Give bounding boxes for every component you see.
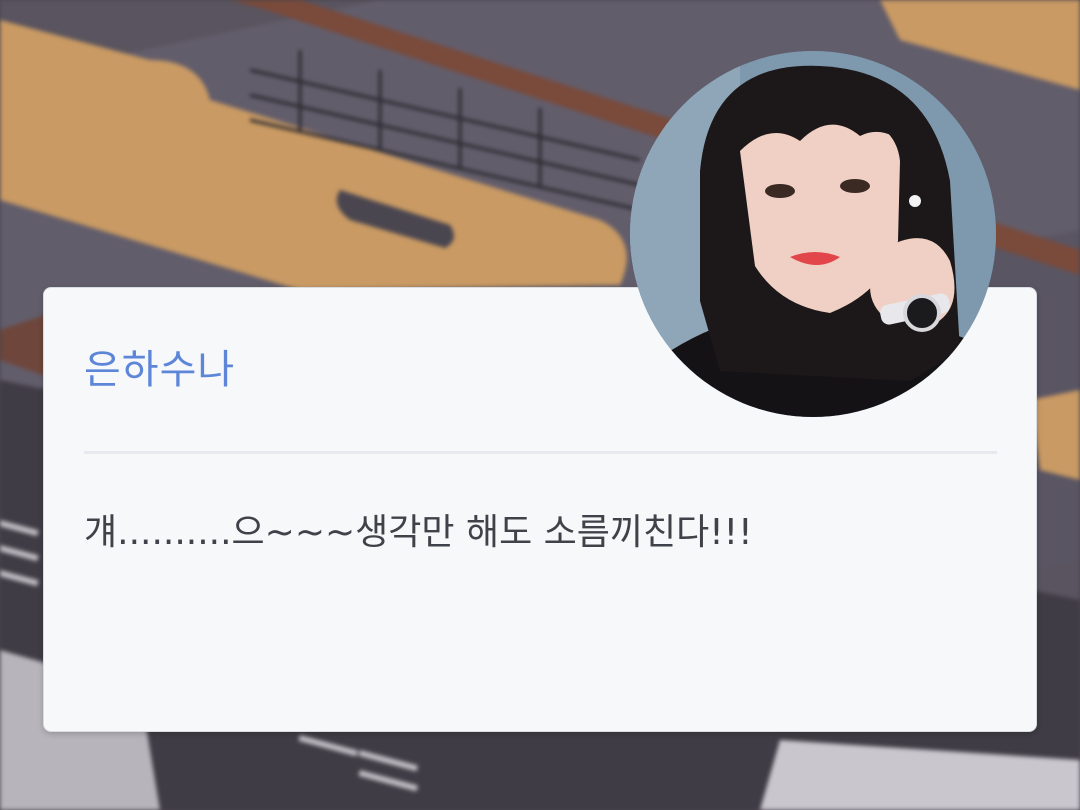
dialogue-text: 걔..........으~~~생각만 해도 소름끼친다!!! bbox=[84, 512, 753, 553]
divider bbox=[84, 451, 997, 454]
speaker-name: 은하수나 bbox=[84, 347, 236, 393]
speaker-avatar bbox=[630, 51, 996, 417]
